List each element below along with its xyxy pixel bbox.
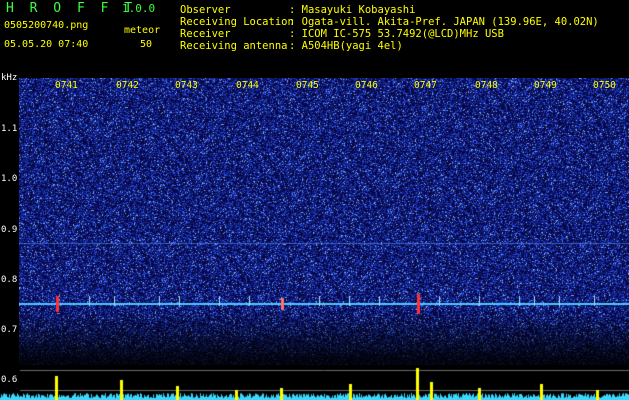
hroft-display: H R O F F T 1.0.0 0505200740.png meteor … (0, 0, 629, 400)
y-axis-unit: kHz (1, 73, 18, 83)
x-tick-label: 0750 (593, 80, 616, 91)
x-tick-label: 0744 (236, 80, 259, 91)
y-tick-label: 0.7 (1, 325, 18, 335)
antenna-value: : A504HB(yagi 4el) (289, 40, 403, 52)
x-tick-label: 0743 (175, 80, 198, 91)
location-value: : Ogata-vill. Akita-Pref. JAPAN (139.96E… (289, 16, 599, 28)
x-tick-label: 0742 (116, 80, 139, 91)
meteor-count-histogram (0, 365, 629, 400)
receiver-label: Receiver (180, 28, 231, 40)
meteor-count: 50 (140, 39, 153, 50)
observer-label: Observer (180, 4, 231, 16)
date-time: 05.05.20 07:40 (4, 39, 89, 50)
mode-label: meteor (124, 25, 161, 36)
y-tick-label: 0.9 (1, 225, 18, 235)
x-tick-label: 0747 (414, 80, 437, 91)
x-tick-label: 0748 (475, 80, 498, 91)
y-tick-label: 1.0 (1, 174, 18, 184)
file-name: 0505200740.png (4, 20, 89, 31)
antenna-label: Receiving antenna (180, 40, 288, 52)
y-tick-label: 0.6 (1, 375, 18, 385)
x-tick-label: 0749 (534, 80, 557, 91)
y-tick-label: 1.1 (1, 124, 18, 134)
y-tick-label: 0.8 (1, 275, 18, 285)
spectrogram-waterfall (19, 78, 629, 365)
x-tick-label: 0745 (296, 80, 319, 91)
x-tick-label: 0741 (55, 80, 78, 91)
app-title: H R O F F T (6, 1, 137, 16)
location-label: Receiving Location (180, 16, 294, 28)
receiver-value: : ICOM IC-575 53.7492(@LCD)MHz USB (289, 28, 504, 40)
x-tick-label: 0746 (355, 80, 378, 91)
observer-value: : Masayuki Kobayashi (289, 4, 416, 16)
app-version: 1.0.0 (122, 2, 156, 15)
